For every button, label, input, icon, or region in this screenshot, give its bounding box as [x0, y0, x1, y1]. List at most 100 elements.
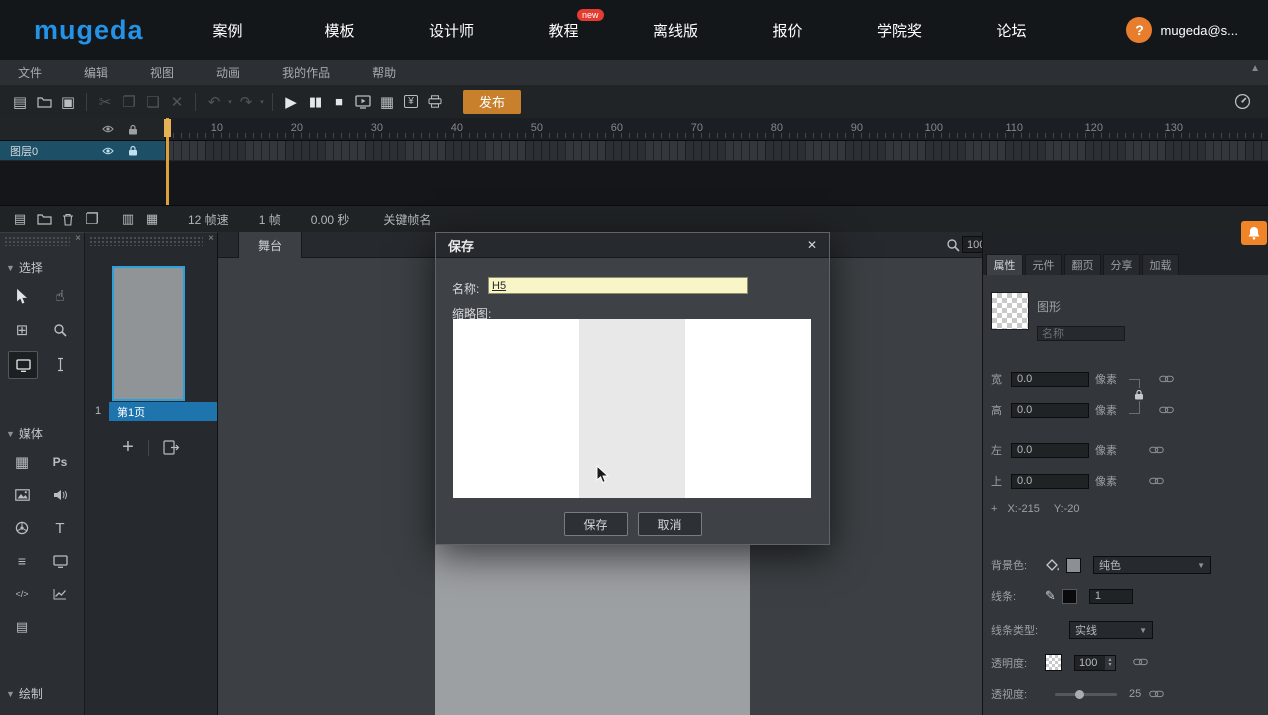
save-button[interactable]: 保存 — [564, 512, 628, 536]
undo-icon[interactable]: ↶ — [202, 91, 226, 113]
nav-item-forum[interactable]: 论坛 — [956, 20, 1068, 41]
visibility-column-eye-icon[interactable] — [102, 125, 114, 133]
undo-history-arrow-icon[interactable]: ▾ — [226, 98, 234, 106]
nav-item-designers[interactable]: 设计师 — [396, 20, 508, 41]
opacity-link-icon[interactable] — [1133, 658, 1148, 666]
text-tool[interactable]: T — [46, 515, 74, 541]
panel-drag-handle[interactable] — [89, 236, 203, 246]
print-icon[interactable] — [423, 91, 447, 113]
cut-icon[interactable]: ✂ — [93, 91, 117, 113]
menu-edit[interactable]: 编辑 — [84, 64, 108, 81]
lock-column-lock-icon[interactable] — [128, 124, 138, 135]
tab-properties[interactable]: 属性 — [986, 254, 1023, 275]
keyframes-media-tool[interactable]: ▤ — [8, 614, 36, 640]
tab-page-turn[interactable]: 翻页 — [1064, 254, 1101, 275]
price-tag-icon[interactable]: ¥ — [399, 91, 423, 113]
components-tool[interactable]: ▦ — [8, 449, 36, 475]
collapse-panel-icon[interactable]: ▲ — [1250, 63, 1260, 74]
expand-coords-icon[interactable]: + — [991, 503, 997, 515]
line-type-dropdown[interactable]: 实线 ▼ — [1069, 621, 1153, 639]
account-menu[interactable]: ? mugeda@s... — [1126, 17, 1238, 43]
opacity-stepper[interactable]: 100 ▴▾ — [1074, 655, 1116, 671]
height-link-icon[interactable] — [1159, 406, 1174, 414]
copy-icon[interactable]: ❐ — [117, 91, 141, 113]
close-pages-panel-icon[interactable]: × — [208, 233, 214, 244]
tab-share[interactable]: 分享 — [1103, 254, 1140, 275]
top-link-icon[interactable] — [1149, 477, 1164, 485]
layer-row-layer0[interactable]: 图层0 — [0, 141, 165, 160]
audio-tool[interactable] — [46, 482, 74, 508]
timeline-empty-area[interactable] — [0, 160, 1268, 206]
image-tool[interactable] — [8, 482, 36, 508]
menu-my-works[interactable]: 我的作品 — [282, 64, 330, 81]
preview-icon[interactable] — [351, 91, 375, 113]
frames-strip[interactable] — [165, 141, 1268, 160]
left-input[interactable]: 0.0 — [1011, 443, 1089, 458]
stop-icon[interactable]: ■ — [327, 91, 351, 113]
layer-lock-icon[interactable] — [128, 145, 138, 156]
left-link-icon[interactable] — [1149, 446, 1164, 454]
page-name-bar[interactable]: 第1页 — [109, 402, 217, 421]
color-wheel-tool[interactable] — [8, 515, 36, 541]
menu-help[interactable]: 帮助 — [372, 64, 396, 81]
duplicate-layer-icon[interactable]: ❐ — [80, 208, 104, 230]
section-select[interactable]: ▼选择 — [6, 259, 43, 276]
import-page-icon[interactable] — [163, 440, 180, 455]
add-page-icon[interactable]: + — [122, 436, 134, 459]
line-color-swatch[interactable] — [1062, 589, 1077, 604]
close-tools-panel-icon[interactable]: × — [75, 233, 81, 244]
gauge-icon[interactable] — [1230, 91, 1254, 113]
menu-animation[interactable]: 动画 — [216, 64, 240, 81]
photoshop-import-tool[interactable]: Ps — [46, 449, 74, 475]
qr-code-icon[interactable]: ▦ — [375, 91, 399, 113]
perspective-link-icon[interactable] — [1149, 690, 1164, 698]
mugeda-logo[interactable]: mugeda — [34, 15, 144, 46]
tab-loading[interactable]: 加载 — [1142, 254, 1179, 275]
transform-tool[interactable]: ⊞ — [8, 317, 36, 343]
pause-icon[interactable]: ▮▮ — [303, 91, 327, 113]
stage-zoom-search-icon[interactable] — [946, 238, 960, 252]
paste-icon[interactable]: ❏ — [141, 91, 165, 113]
stepper-arrows-icon[interactable]: ▴▾ — [1105, 656, 1115, 670]
perspective-slider[interactable] — [1055, 693, 1117, 696]
tab-components[interactable]: 元件 — [1025, 254, 1062, 275]
nav-item-offline[interactable]: 离线版 — [620, 20, 732, 41]
dialog-close-icon[interactable]: ✕ — [807, 238, 817, 252]
add-folder-icon[interactable] — [32, 208, 56, 230]
top-input[interactable]: 0.0 — [1011, 474, 1089, 489]
width-link-icon[interactable] — [1159, 375, 1174, 383]
redo-icon[interactable]: ↷ — [234, 91, 258, 113]
delete-layer-icon[interactable] — [56, 208, 80, 230]
hand-tool[interactable]: ☝ — [46, 283, 74, 309]
shape-name-input[interactable] — [1037, 326, 1125, 341]
aspect-lock-icon[interactable] — [1133, 388, 1145, 401]
add-layer-icon[interactable]: ▤ — [8, 208, 32, 230]
nav-item-pricing[interactable]: 报价 — [732, 20, 844, 41]
nav-item-academy-award[interactable]: 学院奖 — [844, 20, 956, 41]
nav-item-templates[interactable]: 模板 — [284, 20, 396, 41]
panel-drag-handle[interactable] — [4, 236, 70, 246]
nav-item-tutorials[interactable]: 教程new — [508, 20, 620, 41]
background-type-dropdown[interactable]: 纯色 ▼ — [1093, 556, 1211, 574]
tab-stage[interactable]: 舞台 — [238, 232, 302, 258]
ruler-tool[interactable] — [46, 351, 74, 377]
zoom-tool[interactable] — [46, 317, 74, 343]
nav-item-cases[interactable]: 案例 — [172, 20, 284, 41]
width-input[interactable]: 0.0 — [1011, 372, 1089, 387]
playhead[interactable] — [166, 118, 169, 205]
new-doc-icon[interactable]: ▤ — [8, 91, 32, 113]
stage-select-tool[interactable] — [8, 351, 38, 379]
page-thumbnail[interactable] — [112, 266, 185, 401]
section-media[interactable]: ▼媒体 — [6, 425, 43, 442]
code-tool[interactable]: </> — [8, 581, 36, 607]
save-icon[interactable]: ▣ — [56, 91, 80, 113]
notification-bell-button[interactable] — [1241, 221, 1267, 245]
dialog-title-bar[interactable]: 保存 ✕ — [436, 233, 829, 258]
delete-icon[interactable]: ✕ — [165, 91, 189, 113]
menu-file[interactable]: 文件 — [18, 64, 42, 81]
open-icon[interactable] — [32, 91, 56, 113]
slider-knob[interactable] — [1075, 690, 1084, 699]
publish-button[interactable]: 发布 — [463, 90, 521, 114]
background-color-swatch[interactable] — [1066, 558, 1081, 573]
select-tool[interactable] — [8, 283, 36, 309]
